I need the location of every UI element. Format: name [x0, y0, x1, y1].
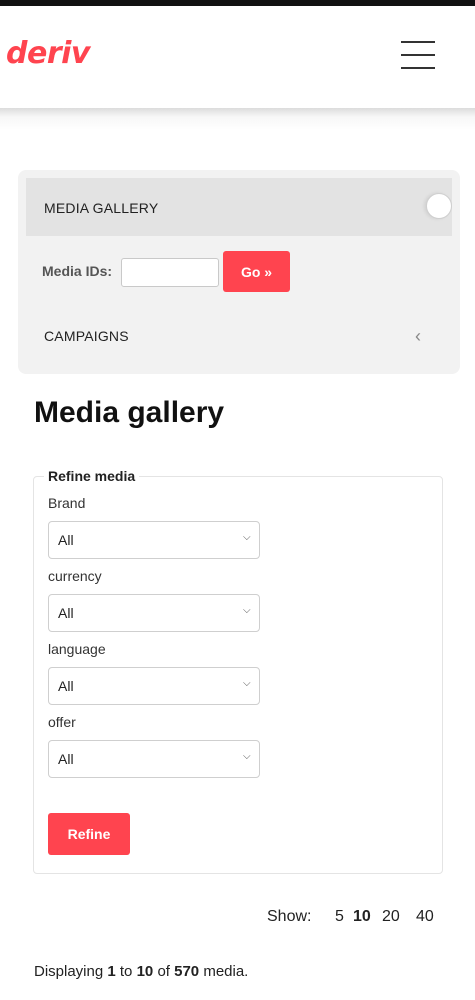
summary-prefix: Displaying: [34, 963, 104, 980]
chevron-down-icon: ⌵: [243, 605, 251, 616]
show-label: Show:: [267, 908, 312, 925]
brand-label: Brand: [48, 495, 86, 511]
chevron-left-icon: ‹: [415, 326, 421, 346]
media-ids-label: Media IDs:: [42, 263, 113, 279]
offer-select[interactable]: All ⌵: [48, 740, 260, 778]
show-option-10[interactable]: 10: [353, 908, 371, 926]
hamburger-icon[interactable]: [401, 41, 435, 69]
currency-select-value: All: [58, 605, 74, 621]
site-header: deriv: [0, 6, 475, 108]
media-gallery-label: MEDIA GALLERY: [44, 200, 159, 216]
media-ids-input[interactable]: [121, 258, 219, 287]
results-summary: Displaying 1 to 10 of 570 media.: [34, 963, 248, 980]
refine-media-form: Refine media Brand All ⌵ currency All ⌵ …: [33, 468, 443, 874]
brand-select[interactable]: All ⌵: [48, 521, 260, 559]
show-option-20[interactable]: 20: [382, 908, 400, 926]
campaigns-item[interactable]: CAMPAIGNS ‹: [18, 316, 460, 356]
chevron-down-icon: ⌵: [243, 678, 251, 689]
header-shadow: [0, 108, 475, 130]
circle-toggle-icon[interactable]: [426, 193, 452, 219]
currency-label: currency: [48, 568, 102, 584]
refine-button[interactable]: Refine: [48, 813, 130, 855]
brand-select-value: All: [58, 532, 74, 548]
summary-to: 10: [136, 963, 154, 980]
go-button[interactable]: Go »: [223, 251, 290, 292]
refine-media-legend: Refine media: [44, 468, 140, 484]
deriv-logo[interactable]: deriv: [6, 36, 90, 71]
summary-suffix: media.: [203, 963, 249, 980]
language-select[interactable]: All ⌵: [48, 667, 260, 705]
chevron-down-icon: ⌵: [243, 751, 251, 762]
language-label: language: [48, 641, 106, 657]
show-option-40[interactable]: 40: [416, 908, 434, 926]
currency-select[interactable]: All ⌵: [48, 594, 260, 632]
page-title: Media gallery: [34, 396, 225, 429]
chevron-down-icon: ⌵: [243, 532, 251, 543]
show-option-5[interactable]: 5: [335, 908, 344, 926]
summary-total: 570: [174, 963, 200, 980]
offer-label: offer: [48, 714, 76, 730]
campaigns-label: CAMPAIGNS: [44, 328, 129, 344]
summary-from: 1: [107, 963, 116, 980]
side-panel: MEDIA GALLERY Media IDs: Go » CAMPAIGNS …: [18, 170, 460, 374]
media-gallery-toggle[interactable]: MEDIA GALLERY: [26, 178, 452, 236]
offer-select-value: All: [58, 751, 74, 767]
summary-to-word: to: [119, 963, 133, 980]
summary-of-word: of: [157, 963, 170, 980]
language-select-value: All: [58, 678, 74, 694]
